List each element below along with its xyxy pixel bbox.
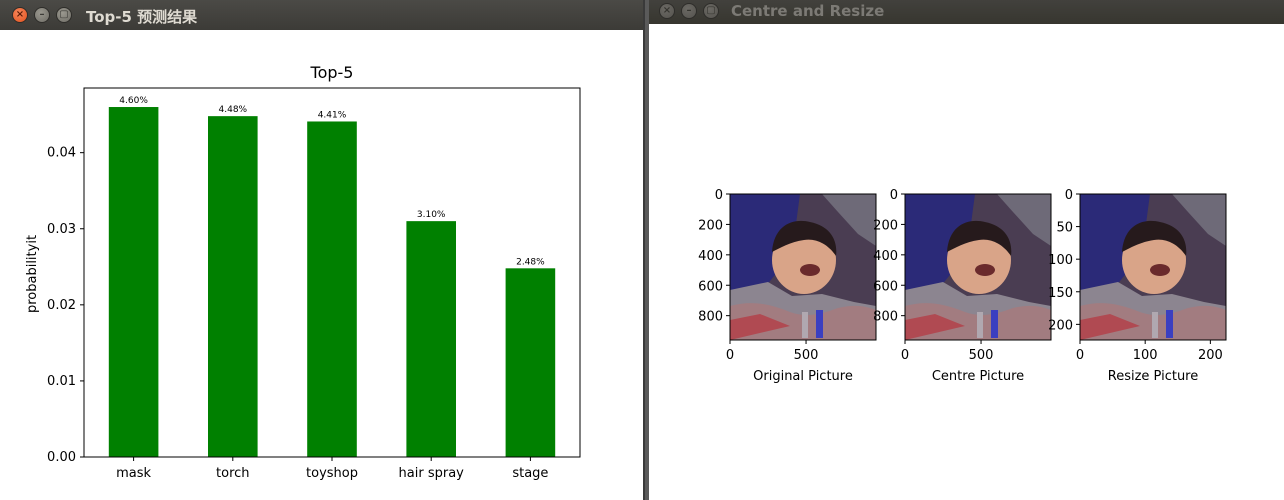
x-tick-label: 0 bbox=[901, 348, 909, 363]
y-tick-label: 0.04 bbox=[47, 146, 76, 161]
picture bbox=[905, 194, 1051, 340]
y-tick-label: 600 bbox=[698, 279, 723, 294]
subplot-caption: Resize Picture bbox=[1108, 369, 1199, 384]
y-tick-label: 0 bbox=[715, 188, 723, 203]
picture bbox=[1080, 194, 1226, 340]
prediction-window-titlebar[interactable]: × – ▢ Top-5 预测结果 bbox=[0, 0, 643, 30]
x-tick-label: 100 bbox=[1133, 348, 1158, 363]
bars: 4.60% 4.48% 4.41% 3.10% 2.48% bbox=[108, 96, 556, 457]
y-tick-label: 0.03 bbox=[47, 222, 76, 237]
x-tick-label: hair spray bbox=[399, 466, 465, 481]
centre-resize-window-titlebar[interactable]: × – ▢ Centre and Resize bbox=[649, 0, 1284, 24]
data-label: 2.48% bbox=[516, 257, 545, 267]
y-tick-label: 400 bbox=[698, 249, 723, 264]
data-label: 3.10% bbox=[417, 210, 446, 220]
bar bbox=[208, 116, 258, 457]
y-tick-label: 800 bbox=[873, 310, 898, 325]
y-tick-label: 200 bbox=[873, 218, 898, 233]
close-icon: × bbox=[15, 9, 25, 20]
x-tick-label: 0 bbox=[1076, 348, 1084, 363]
subplots: 02004006008000 500Original Picture0200400… bbox=[698, 188, 1227, 384]
x-tick-label: 500 bbox=[794, 348, 819, 363]
picture bbox=[730, 194, 876, 340]
y-tick-label: 0 bbox=[890, 188, 898, 203]
close-button[interactable]: × bbox=[12, 7, 28, 23]
bar bbox=[406, 221, 456, 457]
data-label: 4.60% bbox=[119, 96, 148, 106]
subplot: 0 200 400 600 800 0 500 Centre Picture bbox=[873, 188, 1052, 384]
subplot: 0501001502000 100 200Resize Picture bbox=[1048, 188, 1227, 384]
y-tick-label: 400 bbox=[873, 249, 898, 264]
y-tick-label: 200 bbox=[698, 218, 723, 233]
minimize-icon: – bbox=[686, 5, 692, 16]
x-tick-label: 0 bbox=[726, 348, 734, 363]
maximize-icon: ▢ bbox=[706, 5, 716, 16]
x-tick-label: torch bbox=[216, 466, 250, 481]
chart-title: Top-5 bbox=[310, 63, 354, 82]
data-label: 4.48% bbox=[219, 105, 248, 115]
close-button[interactable]: × bbox=[659, 3, 675, 19]
y-tick-label: 200 bbox=[1048, 318, 1073, 333]
data-label: 4.41% bbox=[318, 110, 347, 120]
x-tick-label: toyshop bbox=[306, 466, 358, 481]
minimize-icon: – bbox=[39, 9, 45, 20]
maximize-button[interactable]: ▢ bbox=[56, 7, 72, 23]
subplot-caption: Centre Picture bbox=[932, 369, 1024, 384]
maximize-icon: ▢ bbox=[59, 9, 69, 20]
x-tick-label: 200 bbox=[1198, 348, 1223, 363]
x-tick-label: stage bbox=[512, 466, 548, 481]
pictures-canvas: 02004006008000 500Original Picture0200400… bbox=[698, 188, 1227, 384]
x-tick-label: mask bbox=[116, 466, 151, 481]
maximize-button[interactable]: ▢ bbox=[703, 3, 719, 19]
bar bbox=[505, 268, 556, 457]
y-tick-label: 800 bbox=[698, 310, 723, 325]
y-tick-label: 0.00 bbox=[47, 450, 76, 465]
y-tick-label: 600 bbox=[873, 279, 898, 294]
x-tick-label: 500 bbox=[969, 348, 994, 363]
y-tick-label: 50 bbox=[1056, 221, 1073, 236]
close-icon: × bbox=[662, 5, 672, 16]
subplot: 0 200 400 600 800 0 500 Original Picture bbox=[698, 188, 877, 384]
y-tick-label: 0 bbox=[1065, 188, 1073, 203]
y-tick-label: 0.02 bbox=[47, 298, 76, 313]
bar bbox=[108, 107, 159, 457]
window-title: Top-5 预测结果 bbox=[86, 8, 198, 26]
y-tick-label: 0.01 bbox=[47, 374, 76, 389]
minimize-button[interactable]: – bbox=[681, 3, 697, 19]
y-tick-label: 150 bbox=[1048, 286, 1073, 301]
subplot-caption: Original Picture bbox=[753, 369, 853, 384]
window-title: Centre and Resize bbox=[731, 2, 885, 20]
y-axis-label: probabilityit bbox=[25, 235, 40, 313]
y-tick-label: 100 bbox=[1048, 253, 1073, 268]
bar bbox=[307, 121, 357, 457]
bar-chart-canvas: Top-5 probabilityit 4.60% 4.48% 4.41% 3.10%… bbox=[25, 63, 581, 481]
prediction-window: × – ▢ Top-5 预测结果 Top-5 probabilityit 4.6… bbox=[0, 0, 645, 500]
minimize-button[interactable]: – bbox=[34, 7, 50, 23]
centre-resize-window: × – ▢ Centre and Resize 0 200 400 600 800 0 50… bbox=[649, 0, 1284, 500]
